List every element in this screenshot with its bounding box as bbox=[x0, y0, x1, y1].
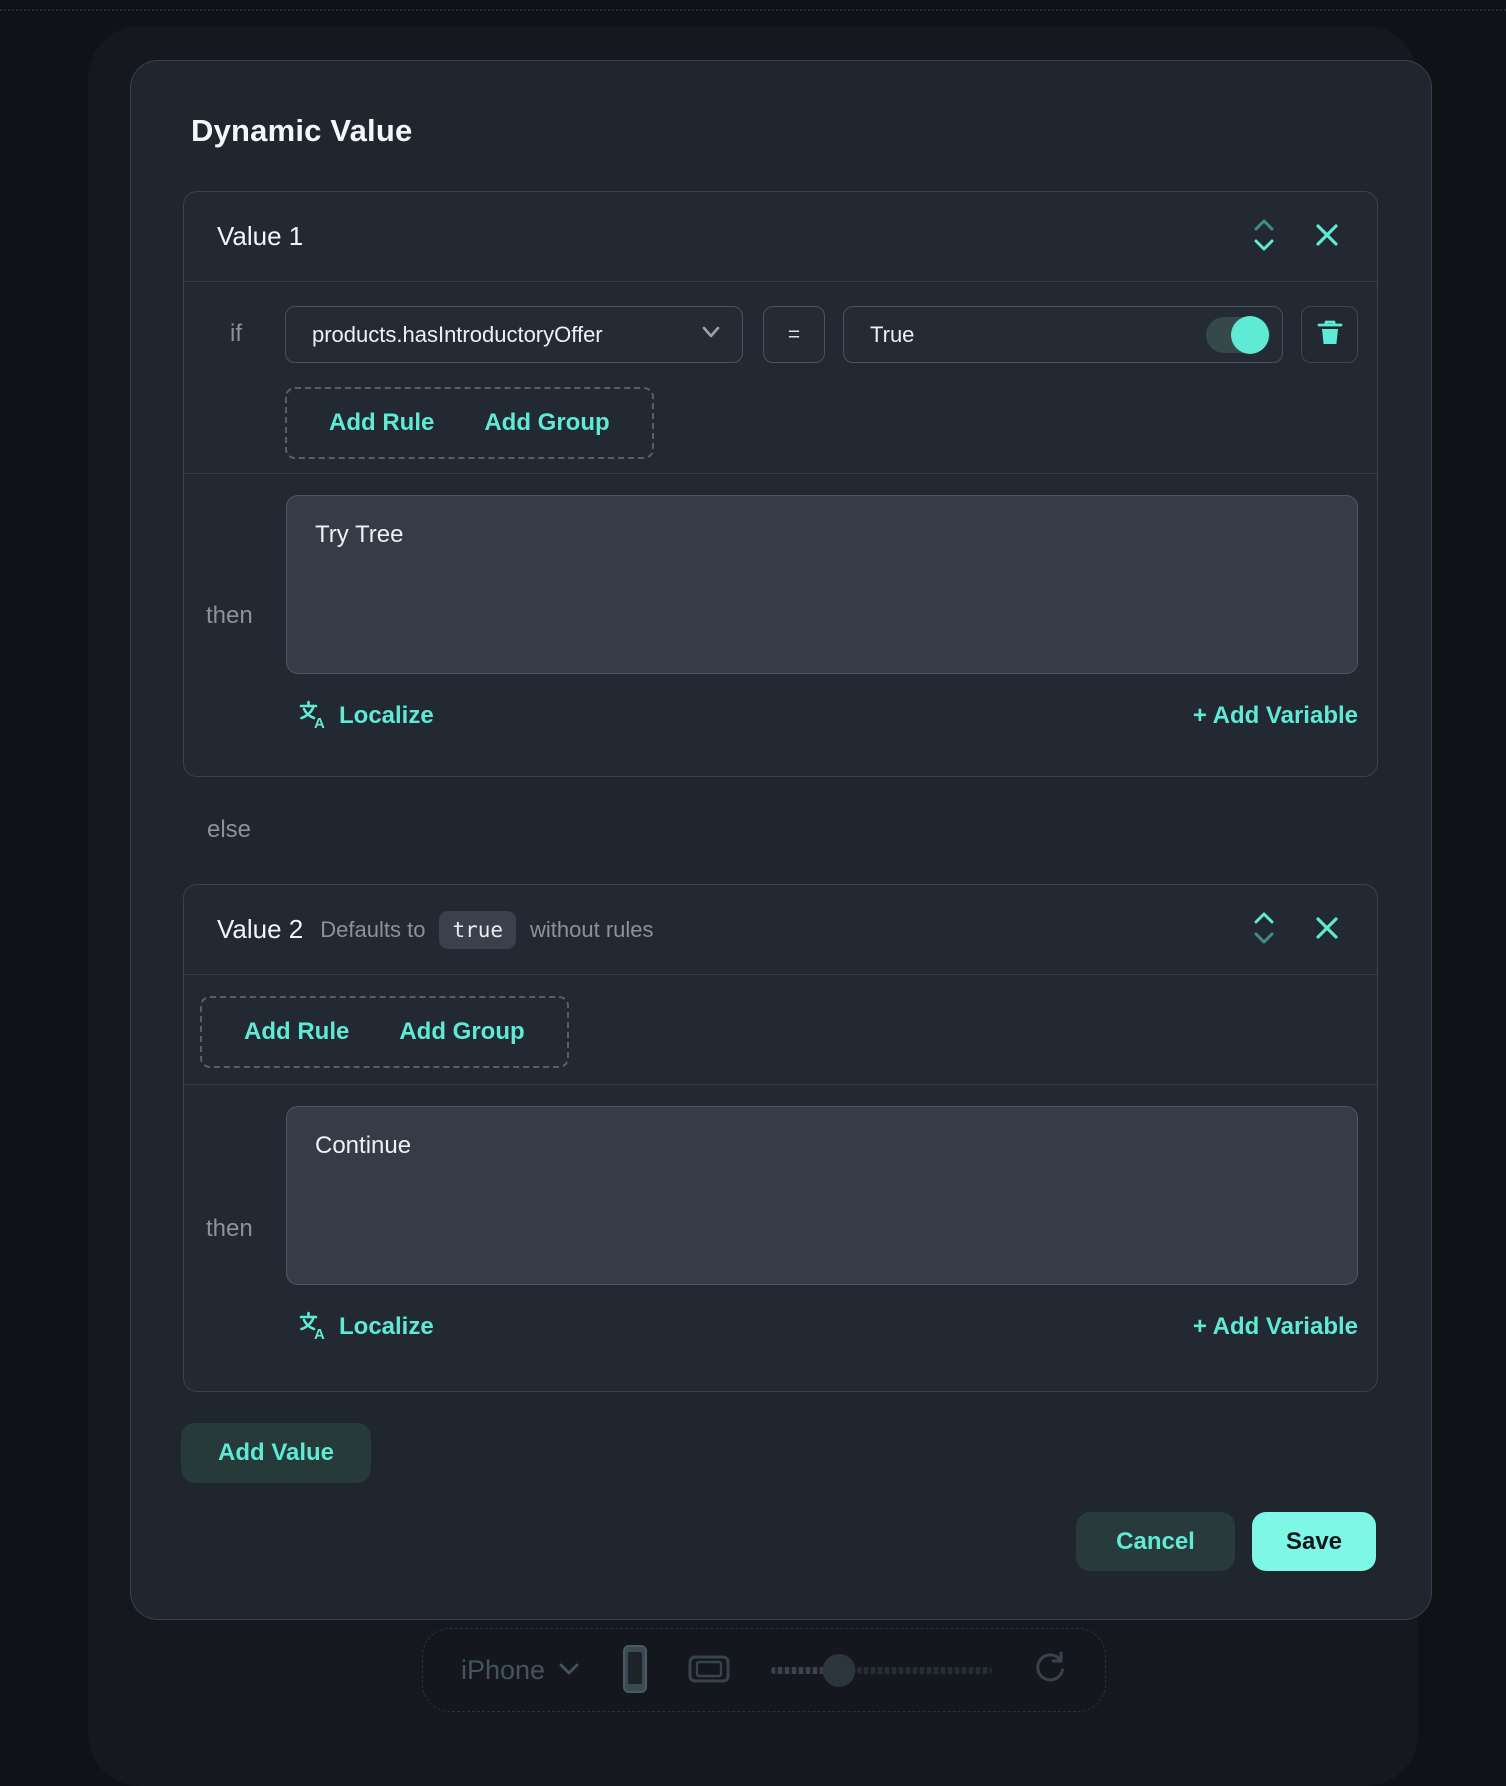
value-2-then-section: then Continue A Localize bbox=[184, 1085, 1377, 1391]
refresh-icon bbox=[1033, 1651, 1067, 1690]
localize-label: Localize bbox=[339, 702, 434, 730]
condition-value-toggle[interactable] bbox=[1206, 317, 1270, 353]
device-select[interactable]: iPhone bbox=[461, 1655, 581, 1686]
close-icon bbox=[1313, 914, 1341, 945]
then-label: then bbox=[206, 602, 253, 630]
value-1-rules-section: if products.hasIntroductoryOffer = True bbox=[184, 282, 1377, 474]
then-value-textarea[interactable]: Continue bbox=[286, 1106, 1358, 1285]
value-1-title: Value 1 bbox=[217, 221, 303, 252]
condition-field-value: products.hasIntroductoryOffer bbox=[312, 322, 700, 348]
device-label: iPhone bbox=[461, 1655, 545, 1686]
add-variable-button[interactable]: + Add Variable bbox=[1193, 702, 1358, 730]
phone-portrait-icon bbox=[620, 1644, 650, 1697]
condition-operator[interactable]: = bbox=[763, 306, 825, 363]
default-value-pill: true bbox=[439, 911, 516, 949]
add-rule-button[interactable]: Add Rule bbox=[329, 409, 434, 437]
chevron-down-icon bbox=[700, 325, 722, 344]
canvas-dotted-edge bbox=[0, 9, 1506, 11]
localize-row: A Localize + Add Variable bbox=[286, 699, 1358, 732]
translate-icon: A bbox=[299, 699, 326, 732]
if-label: if bbox=[230, 320, 242, 348]
value-1-reorder-button[interactable] bbox=[1247, 214, 1281, 259]
value-2-title: Value 2 bbox=[217, 914, 303, 945]
operator-value: = bbox=[788, 323, 800, 347]
add-group-button[interactable]: Add Group bbox=[484, 409, 609, 437]
footer-actions: Cancel Save bbox=[183, 1512, 1376, 1571]
value-1-card: Value 1 if bbox=[183, 191, 1378, 777]
add-rule-group-box: Add Rule Add Group bbox=[285, 387, 654, 459]
defaults-suffix: without rules bbox=[530, 917, 654, 943]
portrait-orientation-button[interactable] bbox=[620, 1644, 650, 1697]
value-2-remove-button[interactable] bbox=[1309, 910, 1345, 949]
condition-field-dropdown[interactable]: products.hasIntroductoryOffer bbox=[285, 306, 743, 363]
localize-button[interactable]: A Localize bbox=[299, 1310, 434, 1343]
modal-title: Dynamic Value bbox=[191, 113, 1376, 149]
then-value-textarea[interactable]: Try Tree bbox=[286, 495, 1358, 674]
add-group-button[interactable]: Add Group bbox=[399, 1018, 524, 1046]
value-2-rules-section: Add Rule Add Group bbox=[184, 975, 1377, 1085]
localize-label: Localize bbox=[339, 1313, 434, 1341]
svg-text:A: A bbox=[314, 1326, 325, 1340]
then-value-text: Continue bbox=[315, 1132, 411, 1159]
condition-value-field[interactable]: True bbox=[843, 306, 1283, 363]
localize-row: A Localize + Add Variable bbox=[286, 1310, 1358, 1343]
defaults-prefix: Defaults to bbox=[320, 917, 425, 943]
slider-handle[interactable] bbox=[823, 1654, 856, 1687]
add-rule-group-box: Add Rule Add Group bbox=[200, 996, 569, 1068]
then-label: then bbox=[206, 1215, 253, 1243]
save-button[interactable]: Save bbox=[1252, 1512, 1376, 1571]
preview-toolbar: iPhone bbox=[422, 1628, 1106, 1712]
svg-text:A: A bbox=[314, 715, 325, 729]
then-value-text: Try Tree bbox=[315, 521, 403, 548]
value-2-reorder-button[interactable] bbox=[1247, 907, 1281, 952]
delete-rule-button[interactable] bbox=[1301, 306, 1358, 363]
add-rule-button[interactable]: Add Rule bbox=[244, 1018, 349, 1046]
zoom-slider[interactable] bbox=[771, 1654, 992, 1686]
slider-track-filled bbox=[771, 1667, 826, 1674]
sort-chevrons-icon bbox=[1251, 218, 1277, 255]
value-1-header: Value 1 bbox=[184, 192, 1377, 282]
add-value-button[interactable]: Add Value bbox=[181, 1423, 371, 1483]
value-1-remove-button[interactable] bbox=[1309, 217, 1345, 256]
condition-value-label: True bbox=[870, 322, 1206, 348]
close-icon bbox=[1313, 221, 1341, 252]
toggle-knob bbox=[1231, 316, 1269, 354]
localize-button[interactable]: A Localize bbox=[299, 699, 434, 732]
refresh-button[interactable] bbox=[1033, 1651, 1067, 1690]
slider-track-empty bbox=[857, 1667, 992, 1674]
trash-icon bbox=[1316, 318, 1344, 351]
value-2-card: Value 2 Defaults to true without rules bbox=[183, 884, 1378, 1392]
condition-row: products.hasIntroductoryOffer = True bbox=[285, 306, 1377, 363]
dynamic-value-modal: Dynamic Value Value 1 bbox=[130, 60, 1432, 1620]
cancel-button[interactable]: Cancel bbox=[1076, 1512, 1235, 1571]
value-1-then-section: then Try Tree A Localize bbox=[184, 474, 1377, 776]
sort-chevrons-icon bbox=[1251, 911, 1277, 948]
else-label: else bbox=[207, 816, 1376, 844]
translate-icon: A bbox=[299, 1310, 326, 1343]
value-2-header: Value 2 Defaults to true without rules bbox=[184, 885, 1377, 975]
add-variable-button[interactable]: + Add Variable bbox=[1193, 1313, 1358, 1341]
chevron-down-icon bbox=[557, 1661, 581, 1680]
